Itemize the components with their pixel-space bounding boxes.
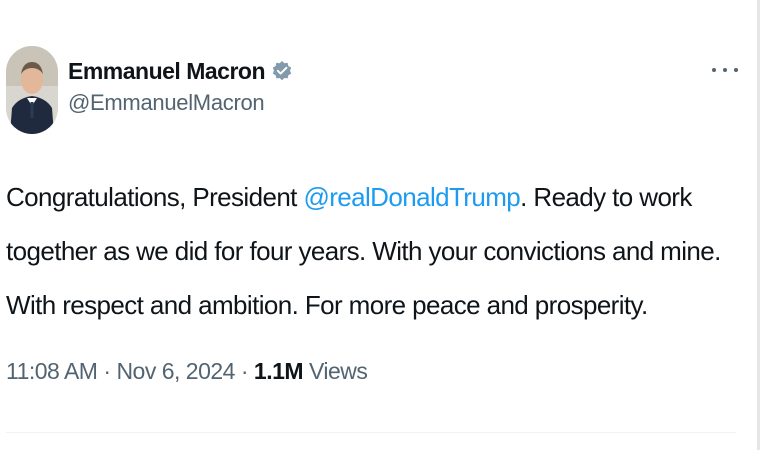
dot-icon [712,68,716,72]
views-count: 1.1M [253,358,304,384]
meta-separator: · [97,358,117,384]
author-handle[interactable]: @EmmanuelMacron [68,90,293,116]
mention-link[interactable]: @realDonaldTrump [303,182,520,212]
views-label: Views [308,358,368,384]
dot-icon [734,68,738,72]
ellipsis-icon[interactable] [712,60,738,80]
tweet-meta: 11:08 AM · Nov 6, 2024 · 1.1M Views [6,358,368,385]
avatar[interactable] [6,46,58,134]
dot-icon [723,68,727,72]
tweet-header: Emmanuel Macron @EmmanuelMacron [6,46,293,134]
verified-badge-icon [271,60,293,82]
tweet-text: Congratulations, President @realDonaldTr… [6,170,741,332]
author-display-name[interactable]: Emmanuel Macron [68,58,266,85]
tweet-text-part1: Congratulations, President [6,182,304,212]
author-names: Emmanuel Macron @EmmanuelMacron [68,46,293,116]
meta-separator: · [234,358,254,384]
tweet-date[interactable]: Nov 6, 2024 [116,358,235,384]
tweet-page: Emmanuel Macron @EmmanuelMacron Congratu… [0,0,760,450]
divider [6,432,736,433]
tweet-time[interactable]: 11:08 AM [6,358,98,384]
name-row: Emmanuel Macron [68,56,293,86]
